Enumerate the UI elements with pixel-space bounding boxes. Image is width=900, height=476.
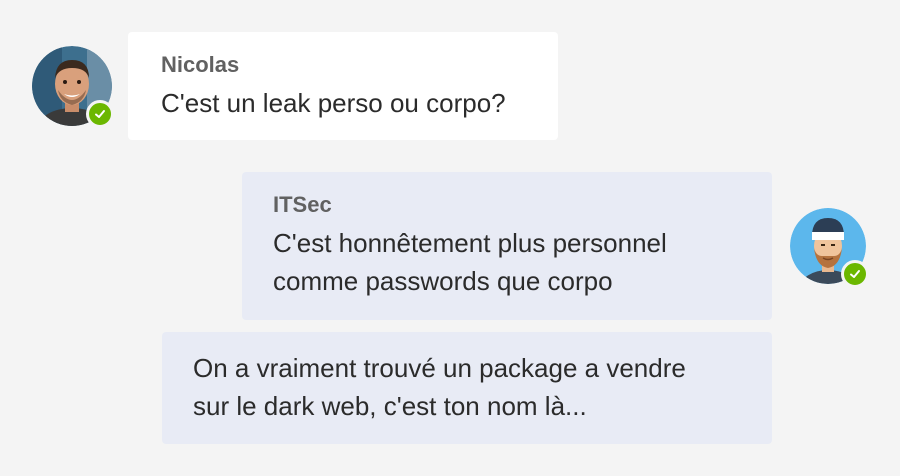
message-text: C'est honnêtement plus personnel comme p… — [273, 228, 667, 296]
message-bubble-itsec[interactable]: ITSec C'est honnêtement plus personnel c… — [242, 172, 772, 320]
message-bubble-continuation[interactable]: On a vraiment trouvé un package a vendre… — [162, 332, 772, 444]
check-icon — [95, 110, 105, 118]
avatar-nicolas[interactable] — [32, 46, 114, 128]
message-text: C'est un leak perso ou corpo? — [161, 88, 506, 118]
check-icon — [850, 270, 860, 278]
presence-badge-nicolas — [86, 100, 114, 128]
message-text: On a vraiment trouvé un package a vendre… — [193, 353, 686, 421]
avatar-itsec[interactable] — [790, 208, 869, 288]
message-bubble-nicolas[interactable]: Nicolas C'est un leak perso ou corpo? — [128, 32, 558, 140]
message-sender: Nicolas — [161, 52, 240, 77]
message-sender: ITSec — [273, 192, 332, 217]
presence-badge-itsec — [841, 260, 869, 288]
